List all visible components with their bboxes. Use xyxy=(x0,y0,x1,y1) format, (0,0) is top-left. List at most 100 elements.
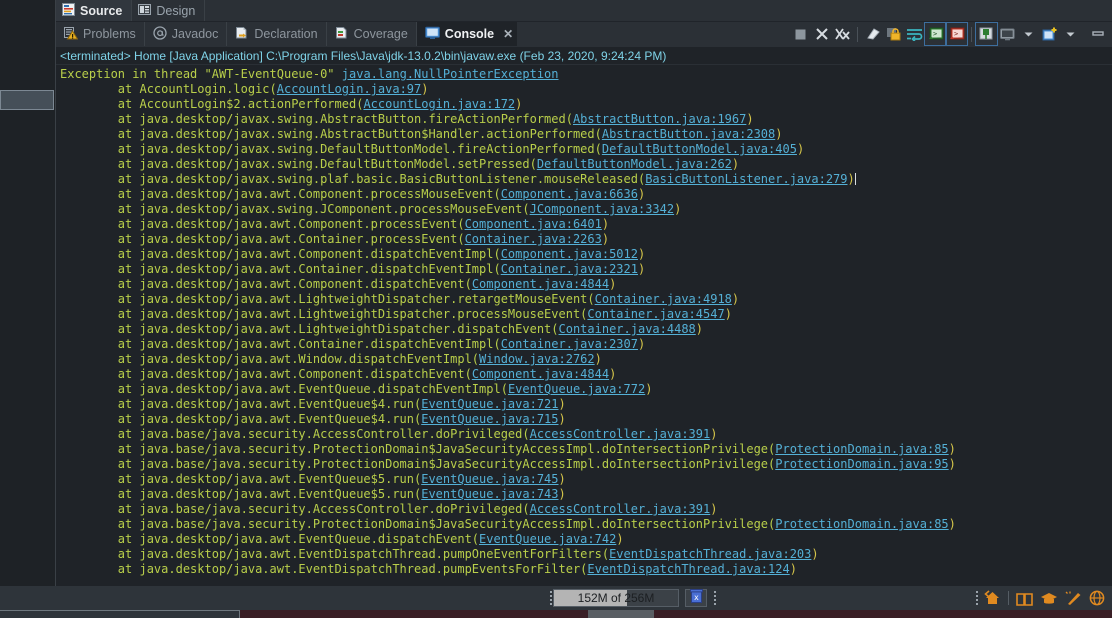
stack-frame-line: at java.desktop/java.awt.EventQueue$4.ru… xyxy=(60,412,1112,427)
stack-frame-call: at java.desktop/java.awt.Container.dispa… xyxy=(60,337,501,351)
console-view[interactable]: <terminated> Home [Java Application] C:\… xyxy=(56,46,1112,586)
left-rail-selection-marker[interactable] xyxy=(0,90,54,110)
stack-frame-source-link[interactable]: Container.java:4488 xyxy=(559,322,696,336)
stack-frame-line: at java.desktop/java.awt.Container.proce… xyxy=(60,232,1112,247)
show-console-stdout-button[interactable]: >_ xyxy=(924,22,947,46)
stack-frame-source-link[interactable]: AbstractButton.java:2308 xyxy=(602,127,775,141)
stack-frame-source-link[interactable]: ProtectionDomain.java:85 xyxy=(775,517,948,531)
stack-frame-source-link[interactable]: Container.java:4547 xyxy=(587,307,724,321)
stack-frame-source-link[interactable]: ProtectionDomain.java:95 xyxy=(775,457,948,471)
taskbar-item[interactable] xyxy=(588,610,654,618)
stack-frame-tail: ) xyxy=(601,232,610,246)
stack-frame-source-link[interactable]: Component.java:4844 xyxy=(472,277,609,291)
stack-frame-source-link[interactable]: EventQueue.java:721 xyxy=(421,397,558,411)
display-selected-console-button[interactable] xyxy=(997,23,1018,45)
console-view-toolbar: >_ >_ xyxy=(790,22,1112,46)
eclipse-ide-window: Source Design Problems Javadoc Declarati… xyxy=(0,0,1112,618)
stack-frame-call: at java.desktop/java.awt.EventQueue$5.ru… xyxy=(60,487,422,501)
taskbar-window-button[interactable] xyxy=(0,610,240,618)
stack-frame-tail: ) xyxy=(594,352,602,366)
scroll-lock-button[interactable] xyxy=(883,23,904,45)
show-console-stderr-button[interactable]: >_ xyxy=(945,22,968,46)
stack-frame-tail: ) xyxy=(948,457,956,471)
stack-frame-source-link[interactable]: Window.java:2762 xyxy=(479,352,595,366)
whatsnew-button[interactable] xyxy=(1062,587,1084,609)
stack-frame-source-link[interactable]: JComponent.java:3342 xyxy=(530,202,675,216)
stack-frame-source-link[interactable]: BasicButtonListener.java:279 xyxy=(645,172,847,186)
pin-console-button[interactable] xyxy=(975,22,998,46)
stack-frame-line: at AccountLogin.logic(AccountLogin.java:… xyxy=(60,82,1112,97)
run-garbage-collector-button[interactable]: x xyxy=(685,588,707,608)
stack-frame-source-link[interactable]: AccessController.java:391 xyxy=(530,427,711,441)
tutorial-button[interactable] xyxy=(1038,587,1060,609)
stack-frame-tail: ) xyxy=(731,157,740,171)
source-file-icon xyxy=(62,2,75,19)
terminate-button[interactable] xyxy=(790,23,811,45)
stack-frame-source-link[interactable]: AccessController.java:391 xyxy=(530,502,711,516)
coverage-bars-icon xyxy=(335,26,349,43)
minimize-view-button[interactable] xyxy=(1087,23,1108,45)
tab-javadoc[interactable]: Javadoc xyxy=(145,22,228,46)
console-stack-trace[interactable]: Exception in thread "AWT-EventQueue-0" j… xyxy=(56,65,1112,577)
left-editor-rail xyxy=(0,0,56,586)
stack-frame-source-link[interactable]: Component.java:6401 xyxy=(465,217,602,231)
stack-frame-source-link[interactable]: Container.java:2321 xyxy=(501,262,638,276)
stack-frame-source-link[interactable]: Container.java:2307 xyxy=(501,337,638,351)
stack-frame-source-link[interactable]: EventQueue.java:743 xyxy=(421,487,558,501)
tab-design[interactable]: Design xyxy=(132,0,206,21)
stack-frame-tail: ) xyxy=(637,262,646,276)
trash-can-icon: x xyxy=(689,588,703,608)
svg-text:>_: >_ xyxy=(954,30,963,38)
stack-frame-source-link[interactable]: Container.java:4918 xyxy=(595,292,732,306)
stack-frame-call: at AccountLogin$2.actionPerformed( xyxy=(60,97,364,111)
book-button[interactable] xyxy=(1014,587,1036,609)
stack-frame-tail: ) xyxy=(710,427,718,441)
remove-launch-button[interactable] xyxy=(811,23,832,45)
close-icon[interactable]: ✕ xyxy=(503,27,513,41)
stack-frame-source-link[interactable]: EventQueue.java:742 xyxy=(479,532,616,546)
stack-frame-tail: ) xyxy=(746,112,754,126)
stack-frame-source-link[interactable]: EventDispatchThread.java:124 xyxy=(587,562,789,576)
stack-frame-call: at java.desktop/javax.swing.AbstractButt… xyxy=(60,112,573,126)
stack-frame-source-link[interactable]: AbstractButton.java:1967 xyxy=(573,112,746,126)
stack-frame-source-link[interactable]: Container.java:2263 xyxy=(465,232,602,246)
stack-frame-source-link[interactable]: AccountLogin.java:172 xyxy=(363,97,515,111)
stack-frame-call: at java.desktop/java.awt.Container.dispa… xyxy=(60,262,501,276)
tab-declaration[interactable]: Declaration xyxy=(227,22,327,46)
tab-source[interactable]: Source xyxy=(56,0,133,21)
stack-frame-source-link[interactable]: Component.java:4844 xyxy=(472,367,609,381)
stack-frame-source-link[interactable]: ProtectionDomain.java:85 xyxy=(775,442,948,456)
exception-type-link[interactable]: java.lang.NullPointerException xyxy=(342,67,559,81)
tab-declaration-label: Declaration xyxy=(254,27,318,41)
stack-frame-source-link[interactable]: Component.java:6636 xyxy=(501,187,638,201)
stack-frame-line: at java.desktop/java.awt.EventQueue$4.ru… xyxy=(60,397,1112,412)
tab-console[interactable]: Console ✕ xyxy=(416,22,518,46)
stack-frame-source-link[interactable]: Component.java:5012 xyxy=(501,247,638,261)
stack-frame-source-link[interactable]: EventDispatchThread.java:203 xyxy=(609,547,811,561)
stack-frame-call: at java.desktop/javax.swing.JComponent.p… xyxy=(60,202,530,216)
clear-console-button[interactable] xyxy=(862,23,883,45)
open-console-dropdown[interactable] xyxy=(1060,23,1081,45)
stack-frame-line: at java.desktop/javax.swing.DefaultButto… xyxy=(60,157,1112,172)
tab-coverage[interactable]: Coverage xyxy=(327,22,417,46)
stack-frame-source-link[interactable]: DefaultButtonModel.java:405 xyxy=(602,142,797,156)
stack-frame-source-link[interactable]: DefaultButtonModel.java:262 xyxy=(537,157,732,171)
stack-frame-line: at java.desktop/javax.swing.plaf.basic.B… xyxy=(60,172,1112,187)
stack-frame-call: at java.desktop/java.awt.LightweightDisp… xyxy=(60,322,559,336)
tab-problems[interactable]: Problems xyxy=(56,22,145,46)
stack-frame-source-link[interactable]: EventQueue.java:745 xyxy=(421,472,558,486)
stack-frame-source-link[interactable]: AccountLogin.java:97 xyxy=(277,82,422,96)
stack-frame-tail: ) xyxy=(558,487,566,501)
heap-gauge[interactable]: 152M of 256M xyxy=(553,589,679,607)
open-console-button[interactable] xyxy=(1039,23,1060,45)
stack-frame-call: at java.base/java.security.AccessControl… xyxy=(60,502,530,516)
stack-frame-source-link[interactable]: EventQueue.java:772 xyxy=(508,382,645,396)
word-wrap-button[interactable] xyxy=(904,23,925,45)
stack-frame-source-link[interactable]: EventQueue.java:715 xyxy=(421,412,558,426)
stack-frame-tail: ) xyxy=(645,382,653,396)
home-button[interactable] xyxy=(981,587,1003,609)
remove-all-launches-button[interactable] xyxy=(832,23,853,45)
stack-frame-line: at java.base/java.security.AccessControl… xyxy=(60,427,1112,442)
display-selected-console-dropdown[interactable] xyxy=(1018,23,1039,45)
web-resources-button[interactable] xyxy=(1086,587,1108,609)
